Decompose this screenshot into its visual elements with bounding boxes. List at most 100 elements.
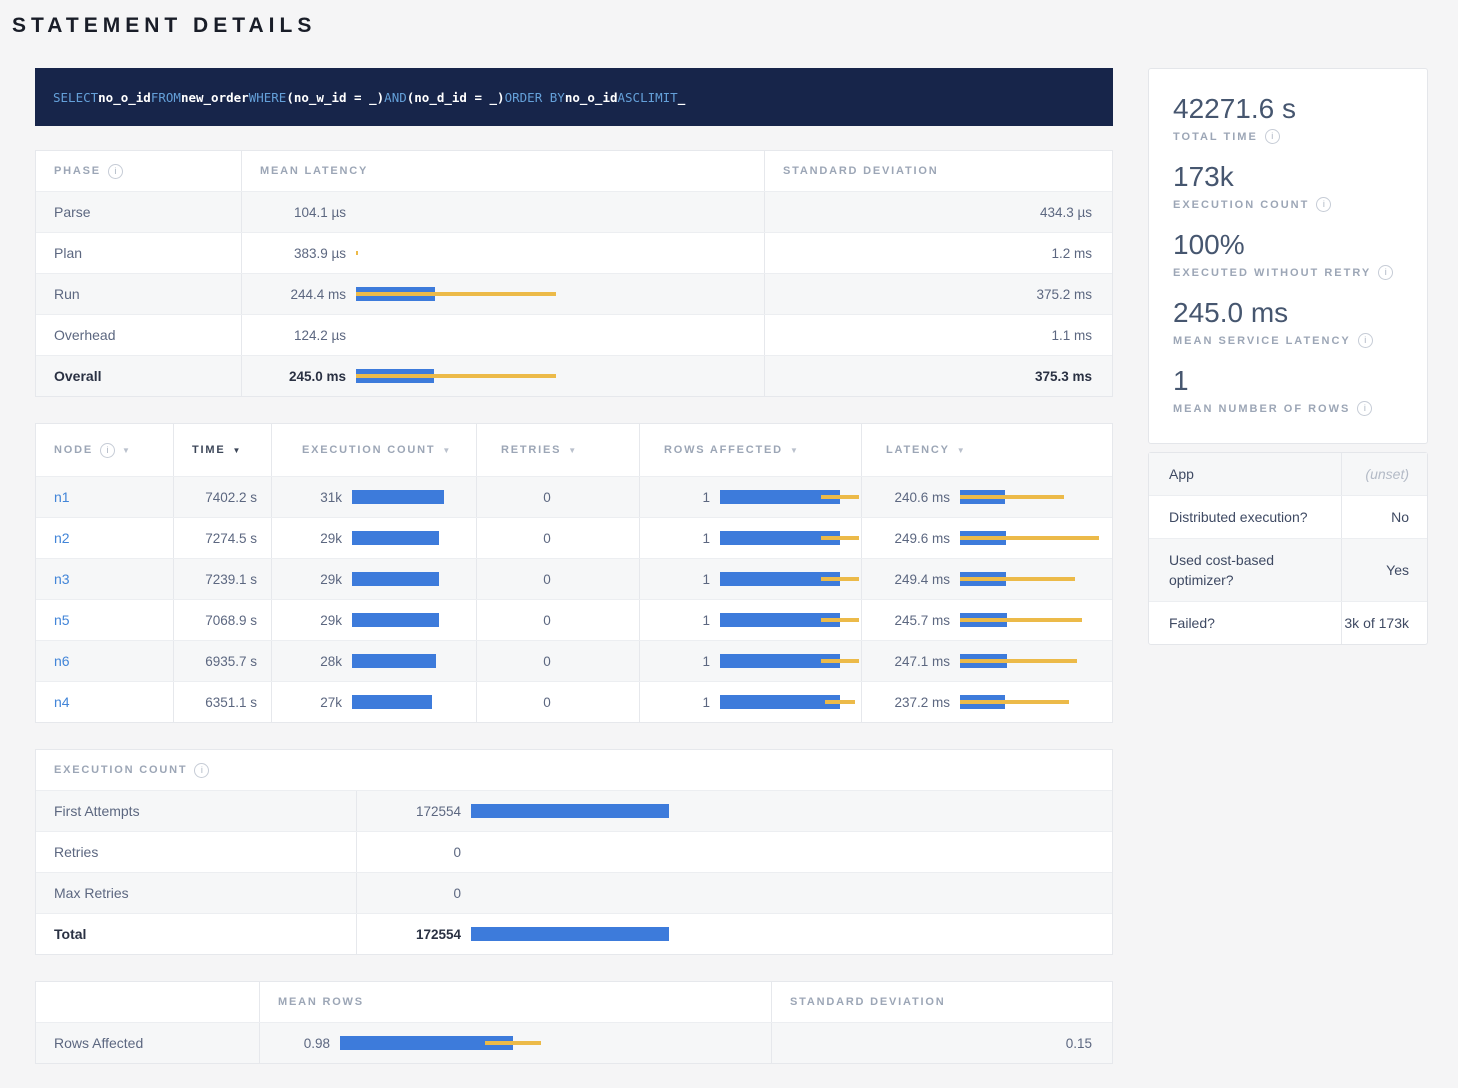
execution-count-bar-chart [352,613,462,627]
latency-bar-chart [356,246,750,260]
node-link[interactable]: n4 [54,694,70,710]
stat-value: 42271.6 s [1173,93,1403,125]
stat-label: MEAN NUMBER OF ROWS i [1173,401,1403,416]
table-row-overall: Overall 245.0 ms 375.3 ms [36,355,1112,396]
count-bar [352,490,444,504]
phase-column-header: PHASE i [36,151,241,191]
exec-count-cell: 172554 [356,791,1112,831]
time-value: 7239.1 s [173,559,271,599]
node-column-header[interactable]: NODE i ▼ [36,424,173,476]
exec-row-label: First Attempts [36,791,356,831]
rows-affected-value: 1 [658,613,710,628]
stddev-line [960,659,1077,663]
info-icon[interactable]: i [1357,401,1372,416]
latency-cell: 237.2 ms [861,682,1112,722]
execution-count-bar-chart [352,572,462,586]
execution-count-column-header[interactable]: EXECUTION COUNT ▼ [271,424,476,476]
execution-count-value: 27k [290,695,342,710]
detail-value: No [1341,496,1427,538]
execution-count-table-header: EXECUTION COUNT i [36,750,1112,790]
stat-label-text: TOTAL TIME [1173,131,1258,143]
mean-latency-value: 124.2 µs [260,328,346,343]
latency-value: 247.1 ms [880,654,950,669]
latency-cell: 247.1 ms [861,641,1112,681]
standard-deviation-column-header: STANDARD DEVIATION [771,982,1112,1022]
rows-affected-table: MEAN ROWS STANDARD DEVIATION Rows Affect… [35,981,1113,1064]
node-link[interactable]: n6 [54,653,70,669]
phase-header-label: PHASE [54,165,101,177]
detail-value: Yes [1341,539,1427,601]
latency-value: 245.7 ms [880,613,950,628]
execution-count-value: 29k [290,531,342,546]
rows-affected-cell: 1 [639,477,861,517]
table-row: Max Retries 0 [36,872,1112,913]
exec-count-bar-chart [471,927,1098,941]
stat-mean-number-of-rows: 1 MEAN NUMBER OF ROWS i [1173,365,1403,416]
latency-value: 249.6 ms [880,531,950,546]
info-icon[interactable]: i [1316,197,1331,212]
stddev-value: 0.15 [771,1023,1112,1063]
table-row: n6 6935.7 s 28k 0 1 [36,640,1112,681]
latency-value: 237.2 ms [880,695,950,710]
retries-value: 0 [476,641,639,681]
sql-token: WHERE [249,90,287,105]
table-row: n3 7239.1 s 29k 0 1 [36,558,1112,599]
stddev-value: 1.1 ms [764,315,1112,355]
sql-token: (no_d_id = _) [407,90,505,105]
latency-cell: 240.6 ms [861,477,1112,517]
sql-statement: SELECT no_o_id FROM new_order WHERE (no_… [35,68,1113,126]
retries-column-header[interactable]: RETRIES ▼ [476,424,639,476]
node-link[interactable]: n5 [54,612,70,628]
time-column-header[interactable]: TIME ▼ [173,424,271,476]
info-icon[interactable]: i [194,763,209,778]
sort-icon: ▼ [442,446,452,455]
table-row: n4 6351.1 s 27k 0 1 [36,681,1112,722]
mean-latency-value: 383.9 µs [260,246,346,261]
mean-bar [720,695,840,709]
latency-column-header[interactable]: LATENCY ▼ [861,424,1112,476]
execution-count-bar-chart [352,490,462,504]
mean-latency-cell: 244.4 ms [241,274,764,314]
retries-value: 0 [476,518,639,558]
rows-affected-cell: 1 [639,641,861,681]
info-icon[interactable]: i [108,164,123,179]
node-link[interactable]: n1 [54,489,70,505]
execution-count-value: 28k [290,654,342,669]
table-row: n2 7274.5 s 29k 0 1 [36,517,1112,558]
sql-token: (no_w_id = _) [286,90,384,105]
node-table: NODE i ▼ TIME ▼ EXECUTION COUNT ▼ RETRIE… [35,423,1113,723]
node-link[interactable]: n2 [54,530,70,546]
mean-rows-value: 0.98 [278,1036,330,1051]
info-icon[interactable]: i [100,443,115,458]
info-icon[interactable]: i [1378,265,1393,280]
info-icon[interactable]: i [1358,333,1373,348]
detail-value: (unset) [1341,453,1427,495]
stat-label-text: EXECUTED WITHOUT RETRY [1173,267,1371,279]
latency-bar-chart [356,328,750,342]
latency-cell: 249.6 ms [861,518,1112,558]
latency-bar-chart [960,531,1098,545]
count-bar [352,613,439,627]
stat-label: EXECUTED WITHOUT RETRY i [1173,265,1403,280]
sql-token: _ [678,90,686,105]
exec-count-value: 172554 [375,804,461,819]
node-link[interactable]: n3 [54,571,70,587]
stat-label: MEAN SERVICE LATENCY i [1173,333,1403,348]
rows-affected-bar-chart [720,654,847,668]
rows-affected-column-header[interactable]: ROWS AFFECTED ▼ [639,424,861,476]
latency-value: 249.4 ms [880,572,950,587]
mean-latency-column-header: MEAN LATENCY [241,151,764,191]
exec-row-label: Total [36,914,356,954]
rows-affected-cell: 1 [639,559,861,599]
info-icon[interactable]: i [1265,129,1280,144]
stddev-line [356,251,358,255]
execution-count-cell: 29k [271,559,476,599]
sql-token: ASC [618,90,641,105]
table-row: Overhead 124.2 µs 1.1 ms [36,314,1112,355]
execution-count-cell: 29k [271,518,476,558]
stat-label-text: MEAN SERVICE LATENCY [1173,335,1351,347]
sql-token: FROM [151,90,181,105]
rows-affected-cell: 1 [639,682,861,722]
retries-value: 0 [476,477,639,517]
stat-mean-service-latency: 245.0 ms MEAN SERVICE LATENCY i [1173,297,1403,348]
